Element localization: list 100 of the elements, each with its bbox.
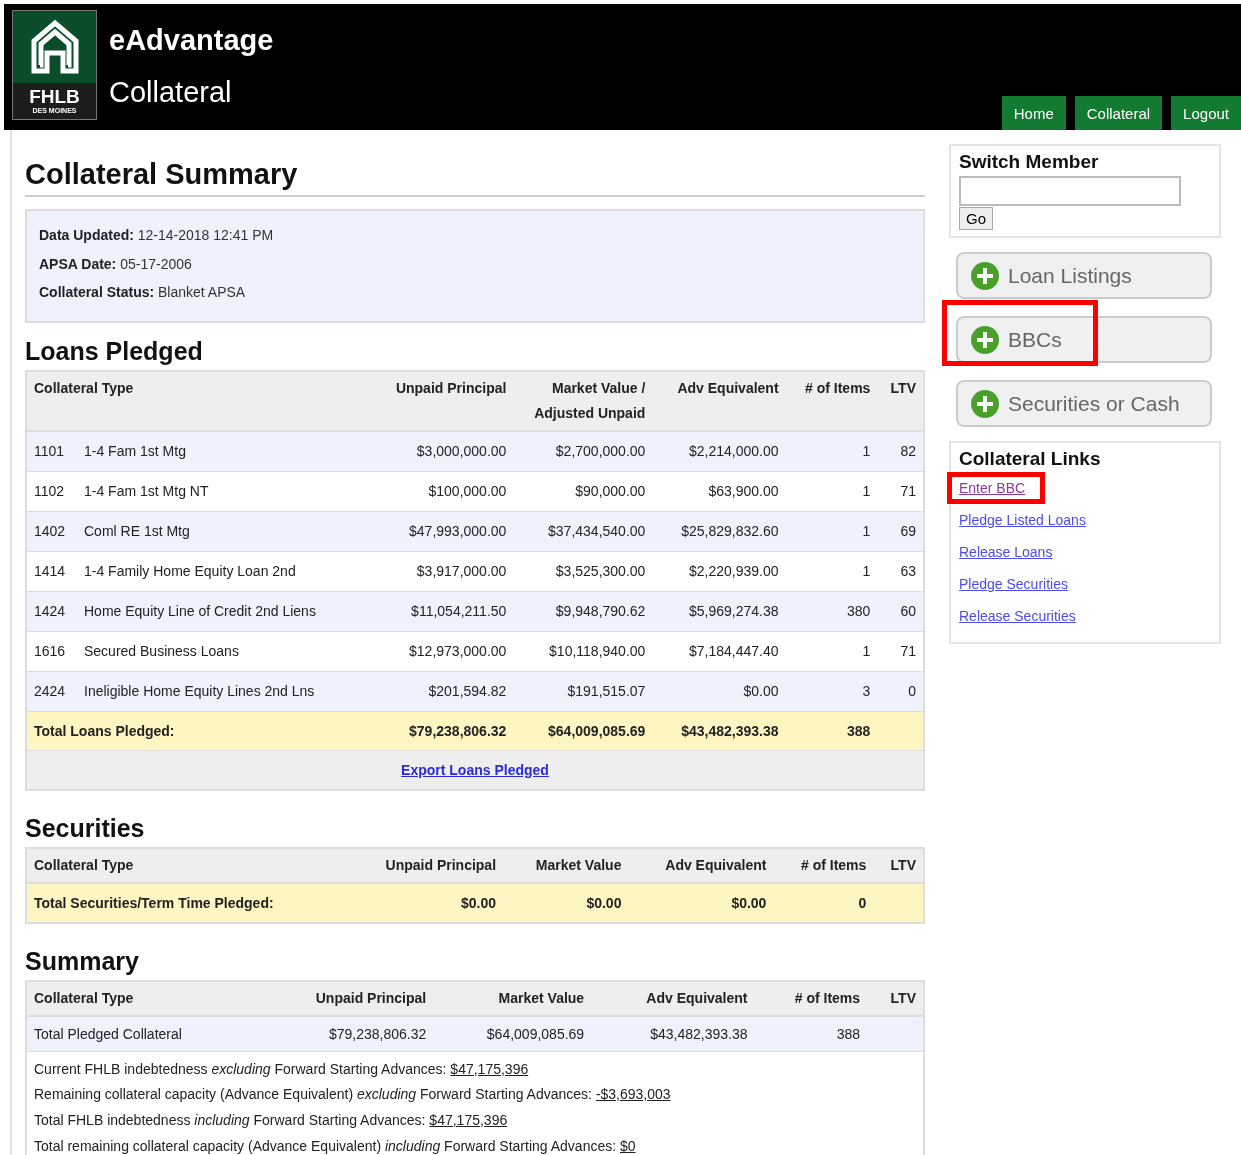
column-header: # of Items	[773, 848, 874, 883]
table-cell: $90,000.00	[513, 471, 653, 511]
collateral-link[interactable]: Pledge Listed Loans	[959, 512, 1086, 528]
table-cell: 1	[785, 430, 878, 471]
collateral-link[interactable]: Pledge Securities	[959, 576, 1068, 592]
column-header: Adv Equivalent	[628, 848, 774, 883]
column-header: Adv Equivalent	[591, 981, 755, 1016]
section-heading: Summary	[25, 946, 139, 976]
table-cell: $43,482,393.38	[652, 711, 786, 750]
collateral-code: 1101	[34, 443, 66, 459]
collateral-type: Coml RE 1st Mtg	[84, 523, 190, 539]
sidebar-button[interactable]: Loan Listings	[956, 252, 1212, 299]
amount-link[interactable]: $0	[620, 1137, 636, 1154]
table-cell: $9,948,790.62	[513, 591, 653, 631]
table-cell: 71	[877, 471, 923, 511]
page-title: Collateral Summary	[25, 158, 925, 197]
collateral-link[interactable]: Release Securities	[959, 608, 1076, 624]
collateral-link[interactable]: Release Loans	[959, 544, 1053, 560]
table-cell: $43,482,393.38	[591, 1015, 755, 1051]
plus-icon	[970, 388, 1000, 419]
go-button[interactable]: Go	[959, 207, 993, 230]
collateral-code: 1616	[34, 643, 67, 659]
table-cell: $11,054,211.50	[369, 591, 514, 631]
member-field[interactable]	[959, 176, 1181, 206]
table-cell: $79,238,806.32	[256, 1015, 434, 1051]
info-value: 05-17-2006	[119, 255, 192, 272]
section-heading: Loans Pledged	[25, 336, 203, 366]
table-cell: $3,000,000.00	[369, 430, 514, 471]
total-label: Total Loans Pledged:	[27, 711, 370, 750]
section-heading: Securities	[25, 813, 145, 843]
column-header: Unpaid Principal	[256, 981, 434, 1016]
collateral-type: 1-4 Family Home Equity Loan 2nd	[84, 563, 296, 579]
amount-link[interactable]: $47,175,396	[450, 1060, 529, 1077]
table-cell: $2,214,000.00	[652, 430, 786, 471]
collateral-type: 1-4 Fam 1st Mtg	[84, 443, 186, 459]
column-header: Collateral Type	[27, 981, 257, 1016]
section-title: Collateral	[109, 76, 233, 109]
collateral-code: 1402	[34, 523, 67, 539]
table-cell: 380	[785, 591, 878, 631]
collateral-type: Home Equity Line of Credit 2nd Liens	[84, 603, 316, 619]
table-cell: $2,220,939.00	[652, 551, 786, 591]
table-cell: $63,900.00	[652, 471, 786, 511]
table-cell: $3,917,000.00	[369, 551, 514, 591]
table-cell: 82	[877, 430, 923, 471]
house-icon	[29, 19, 80, 75]
column-header: LTV	[877, 371, 923, 431]
table-cell: 1	[785, 551, 878, 591]
amount-link[interactable]: -$3,693,003	[595, 1086, 671, 1103]
collateral-code: 1102	[34, 483, 66, 499]
table-cell: $25,829,832.60	[652, 511, 786, 551]
table-cell: 71	[877, 631, 923, 671]
nav-tab[interactable]: Collateral	[1074, 96, 1163, 130]
table-cell: $0.00	[503, 882, 629, 922]
plus-icon	[970, 324, 1000, 355]
table-cell: $12,973,000.00	[369, 631, 514, 671]
table-cell: 60	[877, 591, 923, 631]
table-cell: $37,434,540.00	[513, 511, 653, 551]
collateral-type: Ineligible Home Equity Lines 2nd Lns	[84, 683, 315, 699]
export-link[interactable]: Export Loans Pledged	[401, 761, 549, 778]
summary-note: Current FHLB indebtedness excluding Forward Starting Advances: $47,175,396	[34, 1059, 530, 1079]
table-cell: $10,118,940.00	[513, 631, 653, 671]
column-header: Market Value / Adjusted Unpaid	[513, 371, 653, 431]
column-header: Collateral Type	[27, 848, 347, 883]
summary-note: Total FHLB indebtedness including Forward Starting Advances: $47,175,396	[34, 1110, 509, 1130]
column-header: # of Items	[754, 981, 868, 1016]
column-header: Market Value	[503, 848, 629, 883]
sidebar-button[interactable]: Securities or Cash	[956, 380, 1212, 427]
info-label: APSA Date:	[39, 255, 117, 272]
info-value: 12-14-2018 12:41 PM	[136, 227, 274, 243]
table-cell: 0	[773, 882, 874, 922]
nav-tab[interactable]: Home	[1001, 96, 1066, 130]
column-header: Unpaid Principal	[346, 848, 504, 883]
logo-text: FHLB	[29, 87, 80, 106]
table-cell: $64,009,085.69	[433, 1015, 592, 1051]
table-cell: $0.00	[346, 882, 504, 922]
table-cell: 1	[785, 471, 878, 511]
table-cell: $5,969,274.38	[652, 591, 786, 631]
app-name: eAdvantage	[109, 24, 274, 58]
sidebar-button[interactable]: BBCs	[956, 316, 1212, 363]
column-header: Unpaid Principal	[369, 371, 514, 431]
collateral-code: 2424	[34, 683, 67, 699]
panel-title: Collateral Links	[959, 448, 1102, 470]
collateral-code: 1424	[34, 603, 67, 619]
table-cell: $3,525,300.00	[513, 551, 653, 591]
amount-link[interactable]: $47,175,396	[429, 1111, 508, 1128]
info-label: Collateral Status:	[39, 284, 155, 300]
nav-tab[interactable]: Logout	[1171, 96, 1241, 130]
summary-note: Total remaining collateral capacity (Advance Equivalent) including Forward Starting Advances: $0	[34, 1136, 637, 1155]
table-cell: 63	[877, 551, 923, 591]
table-cell: $7,184,447.40	[652, 631, 786, 671]
column-header: LTV	[873, 848, 923, 883]
table-cell: $79,238,806.32	[369, 711, 514, 750]
table-cell: 388	[754, 1015, 868, 1051]
collateral-type: 1-4 Fam 1st Mtg NT	[84, 483, 209, 499]
table-cell: 69	[877, 511, 923, 551]
row-label: Total Pledged Collateral	[27, 1015, 257, 1051]
table-cell: 1	[785, 631, 878, 671]
collateral-code: 1414	[34, 563, 67, 579]
column-header: Collateral Type	[27, 371, 370, 431]
collateral-link[interactable]: Enter BBC	[959, 480, 1026, 496]
